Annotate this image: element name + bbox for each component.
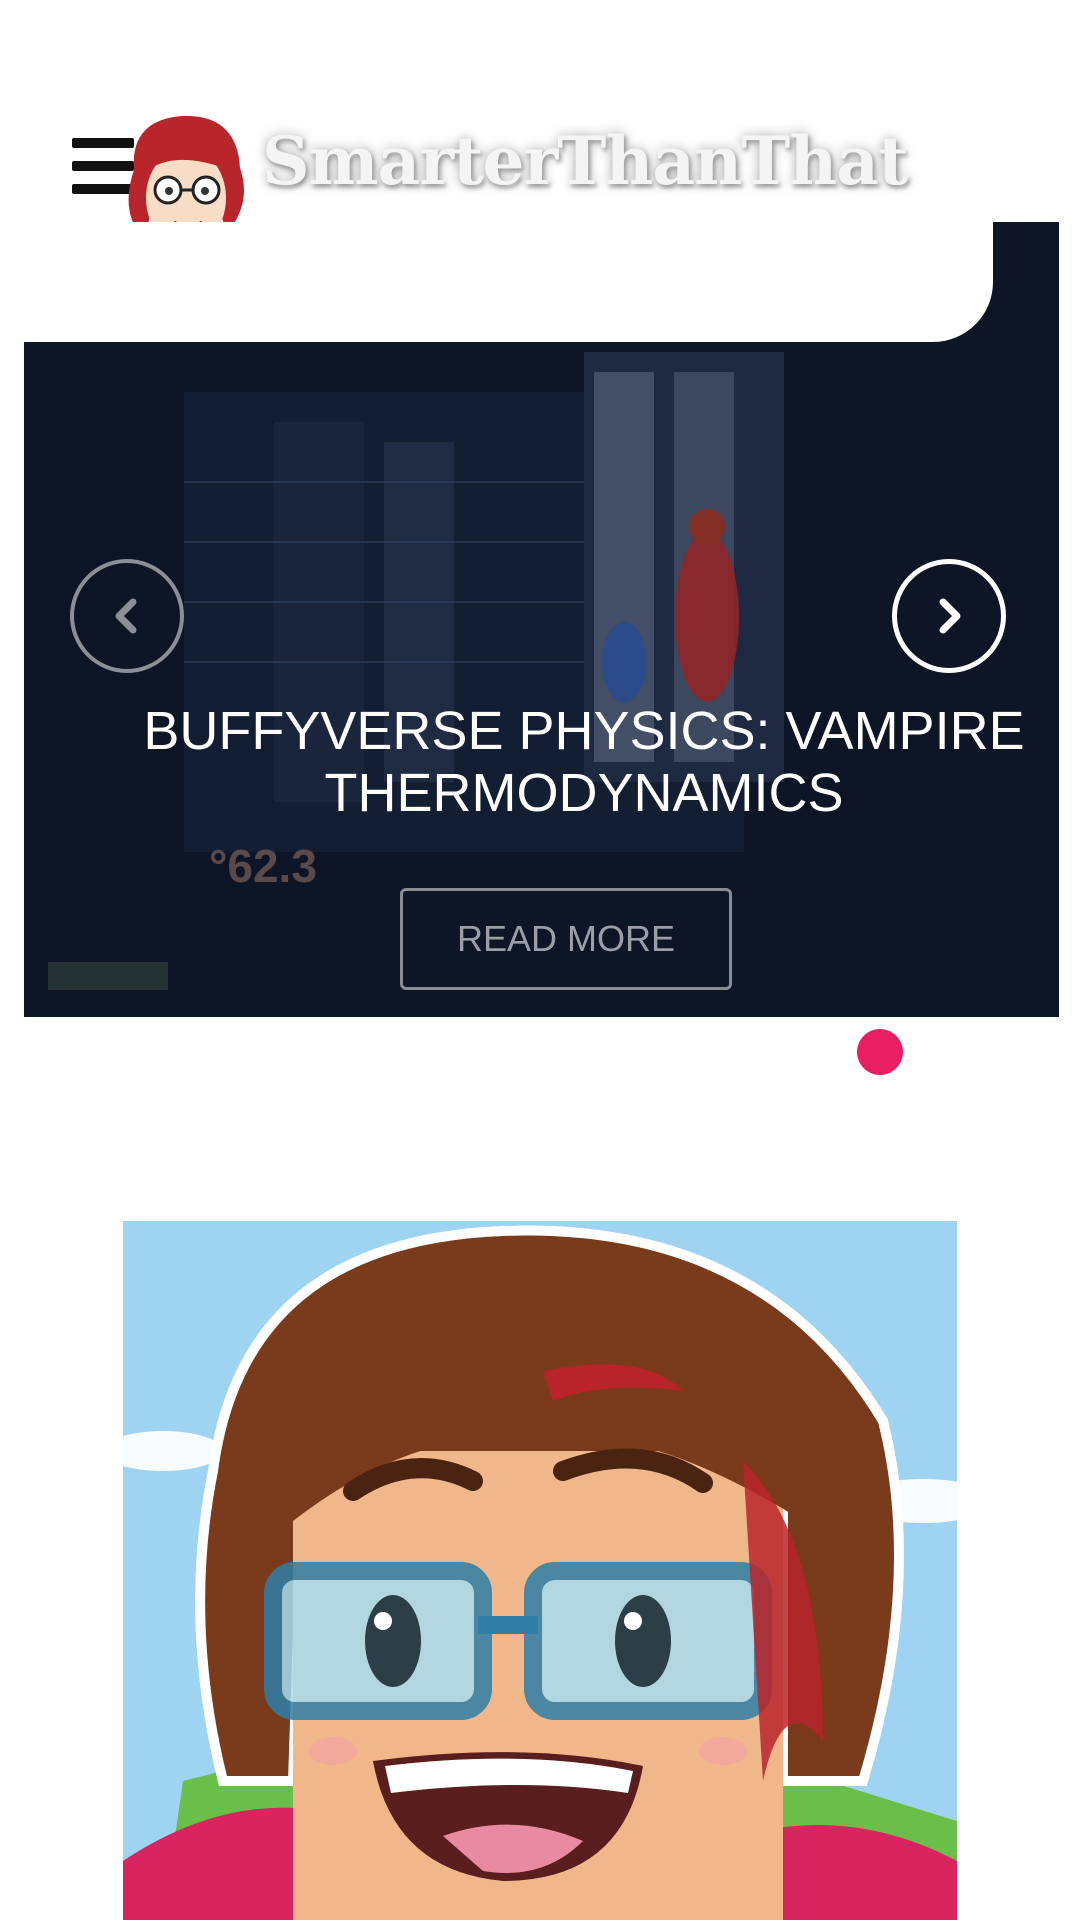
profile-illustration xyxy=(123,1221,957,1920)
slider-prev-button[interactable] xyxy=(70,559,184,673)
overlay-reading: °62.3 xyxy=(209,840,317,892)
slider-dot-active[interactable] xyxy=(857,1029,903,1075)
slider-next-button[interactable] xyxy=(892,559,1006,673)
site-title[interactable]: SmarterThanThat xyxy=(262,122,908,200)
featured-slider: °62.3 BUFFYVERSE PHYSICS: VAMPIRE THERMO… xyxy=(24,222,1059,1017)
header-notch xyxy=(24,222,993,342)
read-more-button[interactable]: READ MORE xyxy=(400,888,732,990)
slide-title[interactable]: BUFFYVERSE PHYSICS: VAMPIRE THERMODYNAMI… xyxy=(124,700,1044,824)
chevron-left-icon xyxy=(115,598,137,634)
chevron-right-icon xyxy=(939,598,961,634)
